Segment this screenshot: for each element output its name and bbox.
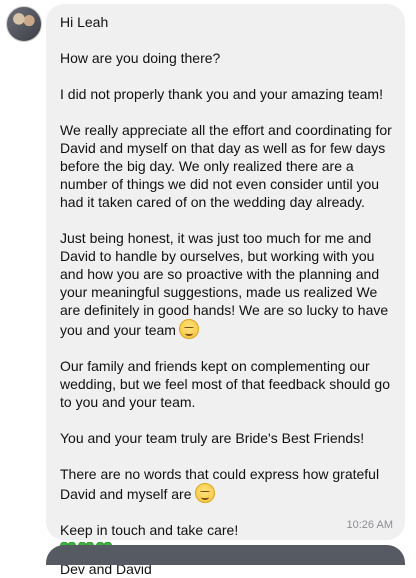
message-paragraph-text: There are no words that could express ho… [60, 466, 380, 502]
message-paragraph-with-emoji: There are no words that could express ho… [60, 465, 393, 503]
message-paragraph: How are you doing there? [60, 50, 221, 66]
message-closing: Keep in touch and take care! [60, 522, 239, 538]
sender-avatar[interactable] [6, 6, 42, 42]
message-paragraph: You and your team truly are Bride's Best… [60, 430, 365, 446]
message-paragraph: Our family and friends kept on complemen… [60, 358, 390, 410]
smiling-face-icon [194, 483, 215, 503]
next-message-preview[interactable] [46, 545, 405, 565]
message-paragraph: I did not properly thank you and your am… [60, 86, 383, 102]
message-paragraph: We really appreciate all the effort and … [60, 122, 392, 210]
message-timestamp: 10:26 AM [346, 519, 393, 531]
message-paragraph-with-emoji: Just being honest, it was just too much … [60, 229, 393, 339]
message-paragraph-text: Just being honest, it was just too much … [60, 230, 389, 338]
message-greeting: Hi Leah [60, 14, 109, 30]
message-bubble: Hi Leah How are you doing there? I did n… [46, 4, 405, 577]
smiling-face-icon [178, 319, 199, 339]
